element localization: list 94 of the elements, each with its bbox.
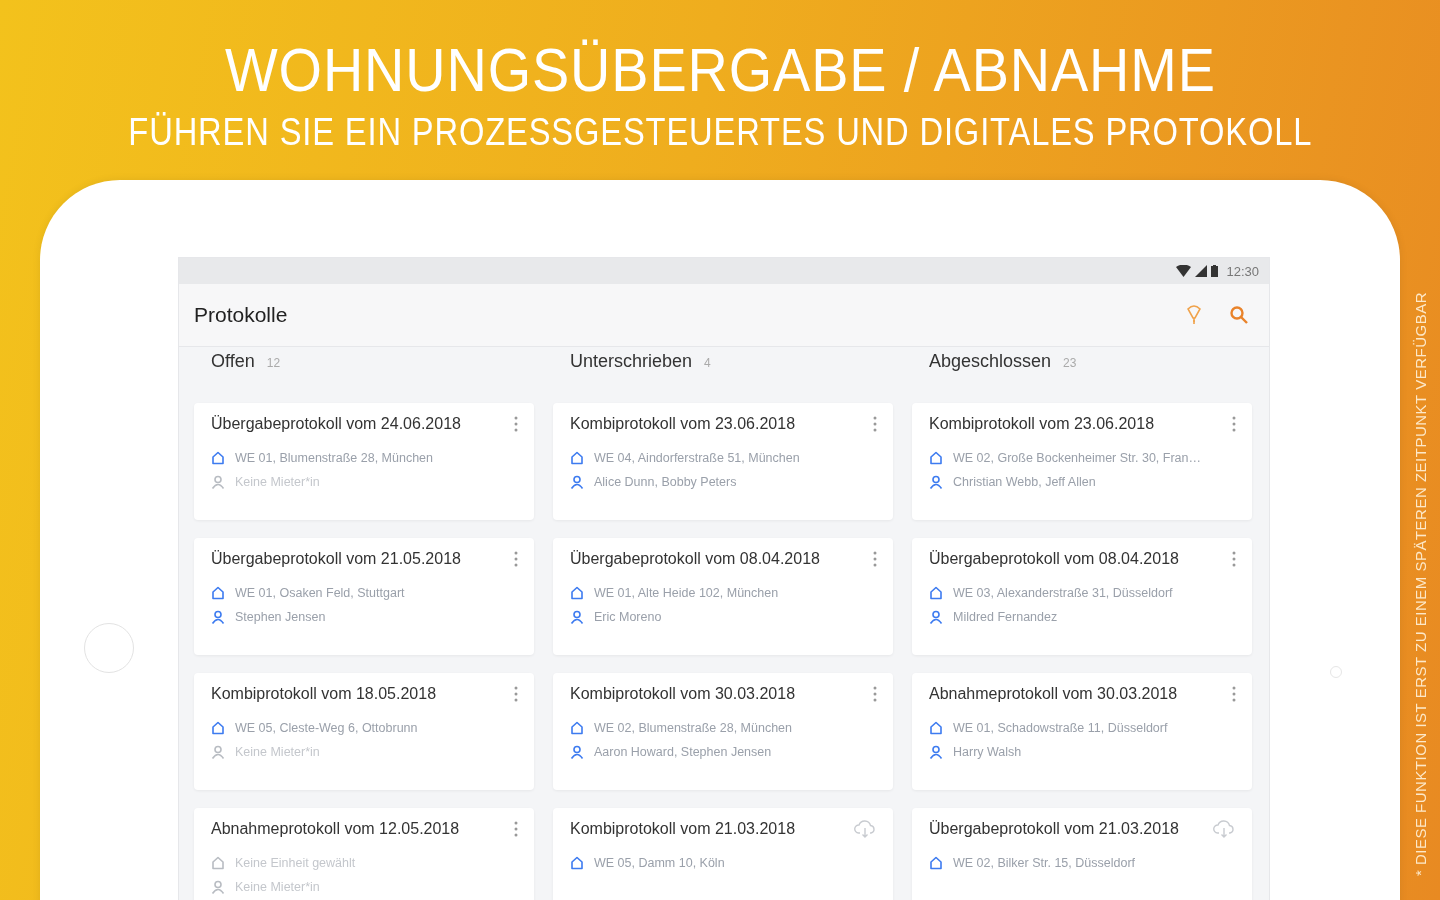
card-title: Übergabeprotokoll vom 08.04.2018 xyxy=(929,550,1179,568)
unit-text: Keine Einheit gewählt xyxy=(235,856,356,870)
column-title: Unterschrieben xyxy=(570,351,693,372)
more-menu-icon[interactable] xyxy=(1232,686,1236,702)
unit-text: WE 02, Große Bockenheimer Str. 30, Fran… xyxy=(953,451,1201,465)
protocol-card[interactable]: Abnahmeprotokoll vom 30.03.2018 WE 01, Schadowstraße 11, Düsseldorf Harry Walsh xyxy=(912,673,1252,790)
unit-text: WE 02, Bilker Str. 15, Düsseldorf xyxy=(953,856,1135,870)
tenant-text: Stephen Jensen xyxy=(235,610,326,624)
card-title: Kombiprotokoll vom 30.03.2018 xyxy=(570,685,796,703)
status-time: 12:30 xyxy=(1226,263,1259,279)
column-count: 12 xyxy=(266,356,281,370)
card-title: Abnahmeprotokoll vom 30.03.2018 xyxy=(929,685,1178,703)
unit-text: WE 01, Blumenstraße 28, München xyxy=(235,451,433,465)
card-title: Übergabeprotokoll vom 08.04.2018 xyxy=(570,550,820,568)
house-icon xyxy=(570,721,584,735)
person-icon xyxy=(929,475,943,489)
house-icon xyxy=(211,856,225,870)
house-icon xyxy=(211,721,225,735)
protocol-card[interactable]: Kombiprotokoll vom 23.06.2018 WE 04, Aindorferstraße 51, München Alice Dunn, Bobby Peters xyxy=(553,403,893,520)
card-title: Übergabeprotokoll vom 24.06.2018 xyxy=(211,415,461,433)
unit-text: WE 01, Osaken Feld, Stuttgart xyxy=(235,586,405,600)
more-menu-icon[interactable] xyxy=(1232,416,1236,432)
person-icon xyxy=(570,475,584,489)
more-menu-icon[interactable] xyxy=(514,686,518,702)
more-menu-icon[interactable] xyxy=(514,821,518,837)
card-title: Abnahmeprotokoll vom 12.05.2018 xyxy=(211,820,460,838)
house-icon xyxy=(570,586,584,600)
house-icon xyxy=(929,586,943,600)
person-icon xyxy=(211,880,225,894)
signal-icon xyxy=(1195,265,1208,277)
unit-text: WE 01, Schadowstraße 11, Düsseldorf xyxy=(953,721,1168,735)
person-icon xyxy=(211,610,225,624)
more-menu-icon[interactable] xyxy=(873,686,877,702)
unit-text: WE 04, Aindorferstraße 51, München xyxy=(594,451,800,465)
protocol-card[interactable]: Kombiprotokoll vom 21.03.2018 WE 05, Damm 10, Köln xyxy=(553,808,893,900)
unit-text: WE 01, Alte Heide 102, München xyxy=(594,586,779,600)
protocol-card[interactable]: Übergabeprotokoll vom 24.06.2018 WE 01, Blumenstraße 28, München Keine Mieter*in xyxy=(194,403,534,520)
footnote: * DIESE FUNKTION IST ERST ZU EINEM SPÄTEREN ZEITPUNKT VERFÜGBAR xyxy=(1411,291,1429,876)
person-icon xyxy=(570,745,584,759)
app-title: Protokolle xyxy=(194,303,289,327)
card-title: Übergabeprotokoll vom 21.03.2018 xyxy=(929,820,1179,838)
unit-text: WE 03, Alexanderstraße 31, Düsseldorf xyxy=(953,586,1173,600)
protocol-card[interactable]: Kombiprotokoll vom 30.03.2018 WE 02, Blumenstraße 28, München Aaron Howard, Stephen Jensen xyxy=(553,673,893,790)
card-title: Kombiprotokoll vom 18.05.2018 xyxy=(211,685,437,703)
person-icon xyxy=(570,610,584,624)
tenant-text: Keine Mieter*in xyxy=(235,475,320,489)
tenant-text: Mildred Fernandez xyxy=(953,610,1058,624)
unit-text: WE 05, Cleste-Weg 6, Ottobrunn xyxy=(235,721,418,735)
protocol-card[interactable]: Kombiprotokoll vom 18.05.2018 WE 05, Cleste-Weg 6, Ottobrunn Keine Mieter*in xyxy=(194,673,534,790)
house-icon xyxy=(570,856,584,870)
house-icon xyxy=(929,721,943,735)
protocol-card[interactable]: Übergabeprotokoll vom 08.04.2018 WE 01, Alte Heide 102, München Eric Moreno xyxy=(553,538,893,655)
headline: WOHNUNGSÜBERGABE / ABNAHME xyxy=(224,34,1216,106)
card-title: Kombiprotokoll vom 23.06.2018 xyxy=(929,415,1155,433)
protocol-card[interactable]: Übergabeprotokoll vom 21.05.2018 WE 01, Osaken Feld, Stuttgart Stephen Jensen xyxy=(194,538,534,655)
tenant-text: Christian Webb, Jeff Allen xyxy=(953,475,1096,489)
protocol-card[interactable]: Abnahmeprotokoll vom 12.05.2018 Keine Einheit gewählt Keine Mieter*in xyxy=(194,808,534,900)
more-menu-icon[interactable] xyxy=(873,551,877,567)
column-title: Offen xyxy=(211,351,255,372)
house-icon xyxy=(211,451,225,465)
person-icon xyxy=(929,745,943,759)
column-count: 4 xyxy=(704,356,711,370)
person-icon xyxy=(211,475,225,489)
protocol-card[interactable]: Kombiprotokoll vom 23.06.2018 WE 02, Große Bockenheimer Str. 30, Fran… Christian Webb, Jeff Allen xyxy=(912,403,1252,520)
house-icon xyxy=(929,451,943,465)
unit-text: WE 05, Damm 10, Köln xyxy=(594,856,725,870)
tenant-text: Keine Mieter*in xyxy=(235,745,320,759)
tenant-text: Alice Dunn, Bobby Peters xyxy=(594,475,737,489)
cloud-download-icon[interactable] xyxy=(1212,820,1236,838)
person-icon xyxy=(211,745,225,759)
cloud-download-icon[interactable] xyxy=(853,820,877,838)
more-menu-icon[interactable] xyxy=(514,416,518,432)
house-icon xyxy=(929,856,943,870)
tenant-text: Eric Moreno xyxy=(594,610,662,624)
card-title: Kombiprotokoll vom 23.06.2018 xyxy=(570,415,796,433)
house-icon xyxy=(211,586,225,600)
person-icon xyxy=(929,610,943,624)
house-icon xyxy=(570,451,584,465)
tenant-text: Keine Mieter*in xyxy=(235,880,320,894)
card-title: Übergabeprotokoll vom 21.05.2018 xyxy=(211,550,461,568)
column-title: Abgeschlossen xyxy=(929,351,1052,372)
tenant-text: Aaron Howard, Stephen Jensen xyxy=(594,745,772,759)
more-menu-icon[interactable] xyxy=(1232,551,1236,567)
protocol-card[interactable]: Übergabeprotokoll vom 08.04.2018 WE 03, Alexanderstraße 31, Düsseldorf Mildred Fernandez xyxy=(912,538,1252,655)
more-menu-icon[interactable] xyxy=(873,416,877,432)
protocol-card[interactable]: Übergabeprotokoll vom 21.03.2018 WE 02, Bilker Str. 15, Düsseldorf xyxy=(912,808,1252,900)
card-title: Kombiprotokoll vom 21.03.2018 xyxy=(570,820,796,838)
subheadline: FÜHREN SIE EIN PROZESSGESTEUERTES UND DIGITALES PROTOKOLL xyxy=(128,110,1312,154)
wifi-icon xyxy=(1176,265,1192,277)
tenant-text: Harry Walsh xyxy=(953,745,1022,759)
unit-text: WE 02, Blumenstraße 28, München xyxy=(594,721,792,735)
battery-icon xyxy=(1211,265,1219,277)
column-count: 23 xyxy=(1063,356,1077,370)
more-menu-icon[interactable] xyxy=(514,551,518,567)
